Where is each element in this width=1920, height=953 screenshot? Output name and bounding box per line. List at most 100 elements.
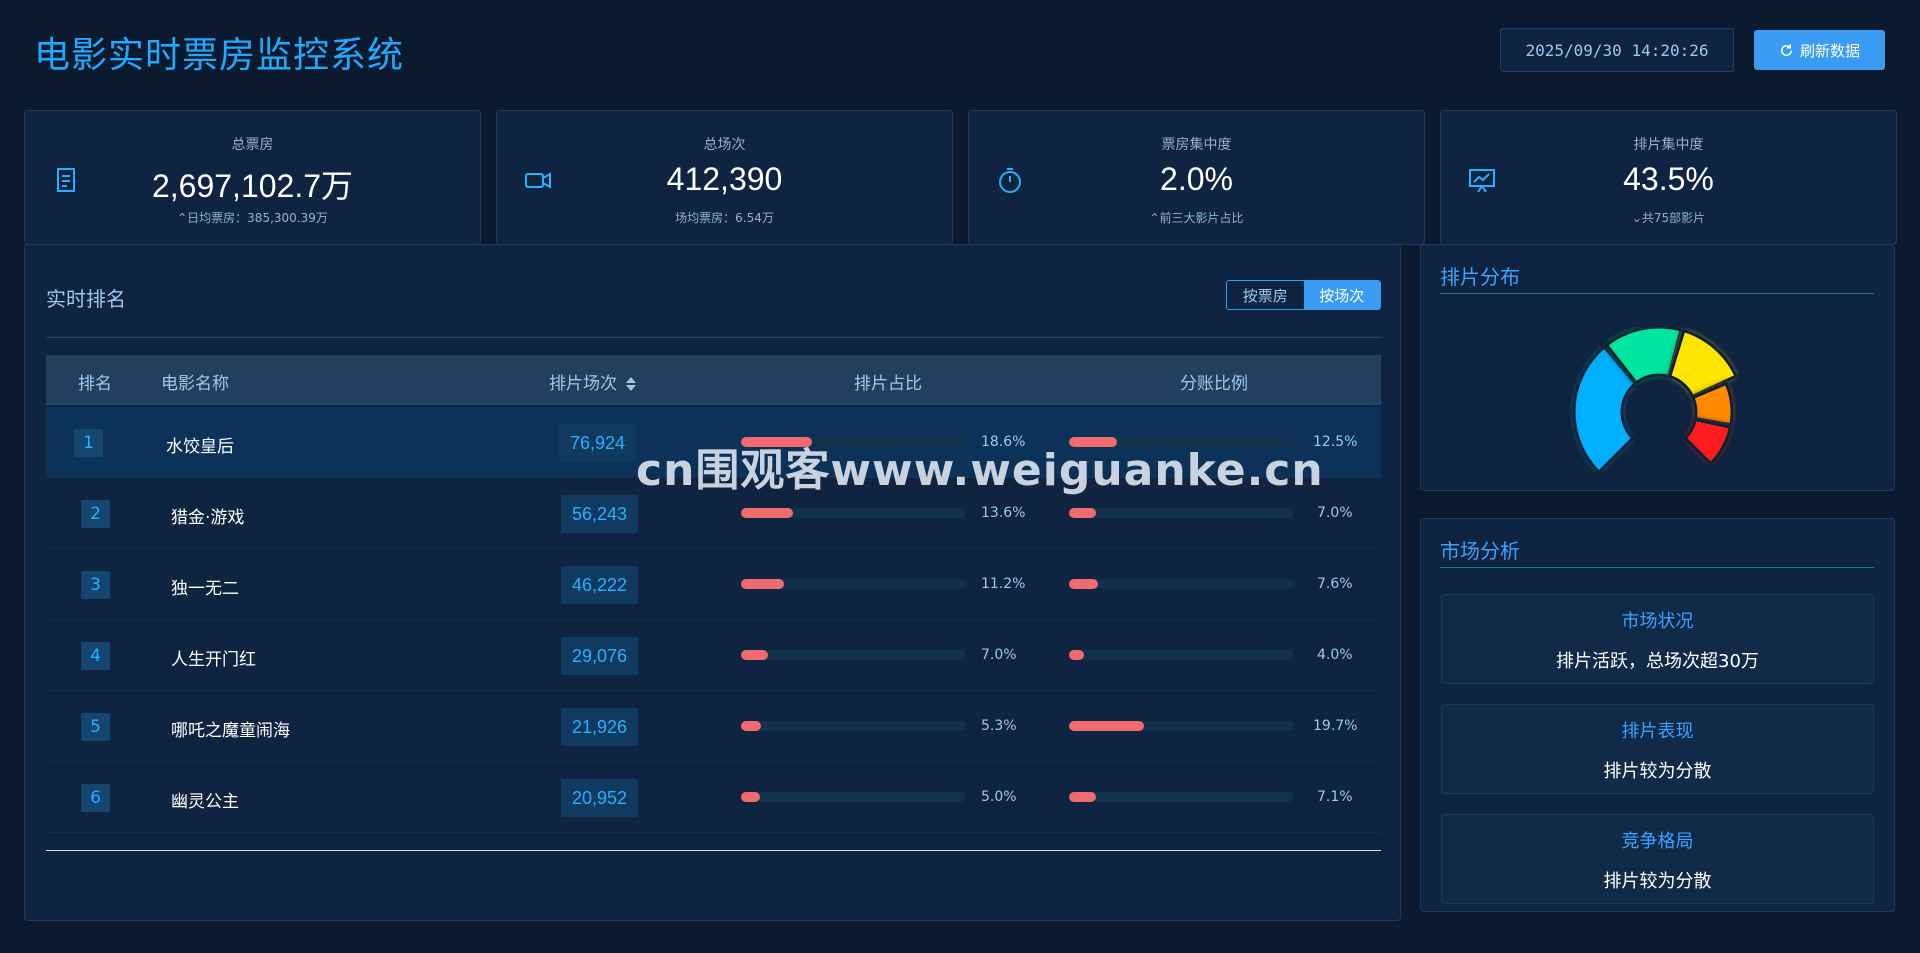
split-progress-fill [1069,579,1099,589]
split-percent: 7.0% [1317,505,1353,521]
movie-name: 人生开门红 [171,650,256,670]
datetime-display: 2025/09/30 14:20:26 [1500,28,1734,72]
share-progress-bar [741,508,966,518]
movie-name: 水饺皇后 [166,437,234,457]
refresh-icon [1781,43,1792,56]
stat-sub: ⌄共75部影片 [1631,211,1706,225]
toggle-by-shows[interactable]: 按场次 [1303,281,1380,309]
share-percent: 11.2% [981,576,1026,592]
show-count: 29,076 [561,637,638,675]
stat-sub: ⌃前三大影片占比 [1149,211,1244,225]
stat-label: 总票房 [231,137,274,153]
divider [1440,567,1874,568]
split-progress-fill [1069,792,1097,802]
stat-sub: 场均票房：6.54万 [675,211,774,225]
table-row[interactable]: 3 独一无二 46,222 11.2% 7.6% [46,549,1381,620]
share-progress-bar [741,721,966,731]
show-count: 56,243 [561,495,638,533]
stat-value: 2.0% [1160,161,1233,197]
market-item-title: 竞争格局 [1621,831,1694,852]
divider [46,337,1381,338]
show-count: 21,926 [561,708,638,746]
split-progress-bar [1069,792,1294,802]
refresh-label: 刷新数据 [1799,41,1860,60]
divider [1440,293,1874,294]
rank-badge: 3 [81,571,110,599]
stat-label: 总场次 [703,137,746,153]
scheduling-performance-box: 排片表现 排片较为分散 [1441,704,1874,794]
stat-value: 43.5% [1623,161,1714,197]
stat-card-total-box-office: 总票房 2,697,102.7万 ⌃日均票房：385,300.39万 [24,110,481,245]
market-item-text: 排片较为分散 [1603,871,1712,892]
movie-name: 猎金·游戏 [171,508,245,528]
table-row[interactable]: 4 人生开门红 29,076 7.0% 4.0% [46,620,1381,691]
ranking-title: 实时排名 [46,287,126,311]
rank-badge: 6 [81,784,110,812]
share-progress-fill [741,721,762,731]
rank-badge: 5 [81,713,110,741]
share-percent: 13.6% [981,505,1026,521]
split-percent: 19.7% [1313,718,1358,734]
stat-value: 2,697,102.7万 [151,168,354,204]
table-row[interactable]: 6 幽灵公主 20,952 5.0% 7.1% [46,762,1381,833]
rank-badge: 2 [81,500,110,528]
share-percent: 5.3% [981,718,1017,734]
split-percent: 7.1% [1317,789,1353,805]
split-progress-bar [1069,508,1294,518]
share-progress-fill [741,579,784,589]
movie-name: 哪吒之魔童闹海 [171,721,290,741]
competition-landscape-box: 竞争格局 排片较为分散 [1441,814,1874,904]
app-title: 电影实时票房监控系统 [34,35,405,76]
rank-badge: 4 [81,642,110,670]
header-movie-name[interactable]: 电影名称 [161,369,229,394]
share-percent: 5.0% [981,789,1017,805]
ranking-table: 排名 电影名称 排片场次 排片占比 分账比例 1 水饺皇后 76,924 18.6% 1… [46,355,1381,833]
share-progress-bar [741,579,966,589]
market-item-text: 排片较为分散 [1603,761,1712,782]
show-count: 20,952 [561,779,638,817]
table-bottom-line [46,850,1381,851]
distribution-panel: 排片分布 [1420,244,1895,491]
rank-badge: 1 [74,429,103,457]
split-progress-fill [1069,508,1096,518]
header-share[interactable]: 排片占比 [854,369,922,394]
split-progress-bar [1069,721,1294,731]
split-progress-fill [1069,650,1085,660]
market-item-title: 市场状况 [1621,611,1694,632]
ranking-panel: 实时排名 按票房 按场次 排名 电影名称 排片场次 排片占比 分账比例 1 水饺皇… [24,244,1401,921]
header-split[interactable]: 分账比例 [1180,369,1248,394]
sort-icon[interactable] [625,376,637,392]
market-item-text: 排片活跃，总场次超30万 [1556,651,1759,672]
share-progress-bar [741,792,966,802]
refresh-button[interactable]: 刷新数据 [1754,30,1885,70]
table-row[interactable]: 5 哪吒之魔童闹海 21,926 5.3% 19.7% [46,691,1381,762]
stat-value: 412,390 [666,161,783,197]
stat-sub: ⌃日均票房：385,300.39万 [177,211,328,225]
split-percent: 7.6% [1317,576,1353,592]
distribution-gauge-chart [1572,327,1738,474]
stat-card-show-concentration: 排片集中度 43.5% ⌄共75部影片 [1440,110,1897,245]
market-panel: 市场分析 市场状况 排片活跃，总场次超30万 排片表现 排片较为分散 竞争格局 … [1420,518,1895,912]
trend-up-icon: ⌃ [177,211,188,225]
movie-name: 幽灵公主 [171,792,239,812]
header-shows[interactable]: 排片场次 [549,369,637,394]
share-percent: 7.0% [981,647,1017,663]
distribution-title: 排片分布 [1440,265,1520,289]
stat-card-total-shows: 总场次 412,390 场均票房：6.54万 [496,110,953,245]
table-header: 排名 电影名称 排片场次 排片占比 分账比例 [46,355,1381,405]
gauge-segment[interactable] [1683,418,1732,466]
movie-name: 独一无二 [171,579,239,599]
stat-label: 票房集中度 [1161,137,1232,153]
market-status-box: 市场状况 排片活跃，总场次超30万 [1441,594,1874,684]
trend-up-icon: ⌃ [1149,211,1160,225]
share-progress-fill [741,792,761,802]
share-progress-fill [741,650,768,660]
split-progress-fill [1069,721,1145,731]
header-rank[interactable]: 排名 [78,369,112,394]
share-progress-fill [741,508,794,518]
stat-label: 排片集中度 [1633,137,1704,153]
split-progress-bar [1069,579,1294,589]
watermark-text: cn围观客www.weiguanke.cn [636,445,1324,496]
toggle-by-box-office[interactable]: 按票房 [1227,281,1304,309]
ranking-toggle: 按票房 按场次 [1226,280,1381,310]
